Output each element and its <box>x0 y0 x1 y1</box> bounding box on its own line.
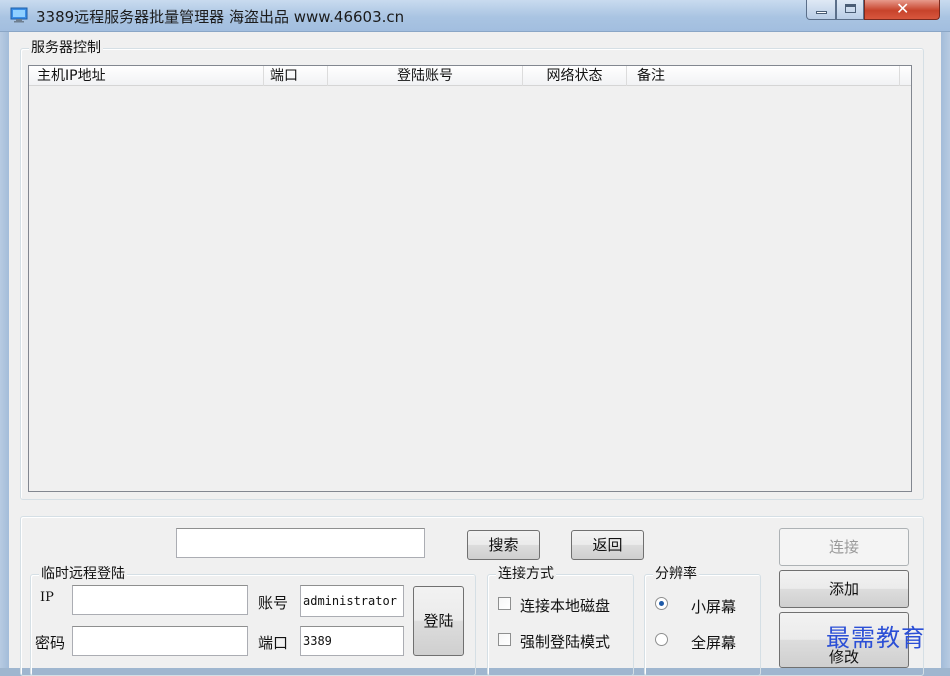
account-input[interactable]: administrator <box>300 585 404 617</box>
window-frame-left <box>0 32 9 668</box>
full-screen-label[interactable]: 全屏幕 <box>691 632 736 653</box>
resolution-group <box>644 574 761 676</box>
small-screen-radio[interactable] <box>655 597 668 610</box>
ip-label: IP <box>40 590 54 605</box>
back-button[interactable]: 返回 <box>571 530 644 560</box>
local-disk-checkbox[interactable] <box>498 597 511 610</box>
server-list-header: 主机IP地址 端口 登陆账号 网络状态 备注 <box>29 66 911 86</box>
maximize-button[interactable] <box>836 0 864 20</box>
force-login-checkbox[interactable] <box>498 633 511 646</box>
force-login-label[interactable]: 强制登陆模式 <box>520 631 610 652</box>
resolution-legend: 分辨率 <box>653 566 699 582</box>
password-input[interactable] <box>72 626 248 656</box>
column-header-account[interactable]: 登陆账号 <box>328 66 523 86</box>
search-button[interactable]: 搜索 <box>467 530 540 560</box>
window-title: 3389远程服务器批量管理器 海盗出品 www.46603.cn <box>36 8 405 26</box>
window-frame-right <box>941 32 950 668</box>
server-control-legend: 服务器控制 <box>29 40 103 56</box>
ip-input[interactable] <box>72 585 248 615</box>
port-input[interactable]: 3389 <box>300 626 404 656</box>
small-screen-label[interactable]: 小屏幕 <box>691 596 736 617</box>
minimize-button[interactable] <box>806 0 836 20</box>
column-header-network-status[interactable]: 网络状态 <box>523 66 627 86</box>
server-list[interactable]: 主机IP地址 端口 登陆账号 网络状态 备注 <box>28 65 912 492</box>
close-icon: ✕ <box>896 0 910 18</box>
column-header-note[interactable]: 备注 <box>627 66 900 86</box>
connect-mode-group <box>487 574 634 676</box>
full-screen-radio[interactable] <box>655 633 668 646</box>
search-input[interactable] <box>176 528 425 558</box>
column-header-port[interactable]: 端口 <box>264 66 328 86</box>
column-header-ip[interactable]: 主机IP地址 <box>29 66 264 86</box>
local-disk-label[interactable]: 连接本地磁盘 <box>520 595 610 616</box>
close-button[interactable]: ✕ <box>864 0 940 20</box>
connect-button[interactable]: 连接 <box>779 528 909 566</box>
minimize-icon <box>816 11 827 14</box>
password-label: 密码 <box>35 634 66 652</box>
watermark-text: 最需教育 <box>826 624 926 652</box>
maximize-icon <box>845 4 856 13</box>
add-button[interactable]: 添加 <box>779 570 909 608</box>
port-label: 端口 <box>258 634 289 652</box>
app-icon <box>10 7 28 23</box>
connect-mode-legend: 连接方式 <box>496 566 556 582</box>
account-label: 账号 <box>258 594 289 612</box>
login-button[interactable]: 登陆 <box>413 586 464 656</box>
temp-login-legend: 临时远程登陆 <box>39 566 127 582</box>
